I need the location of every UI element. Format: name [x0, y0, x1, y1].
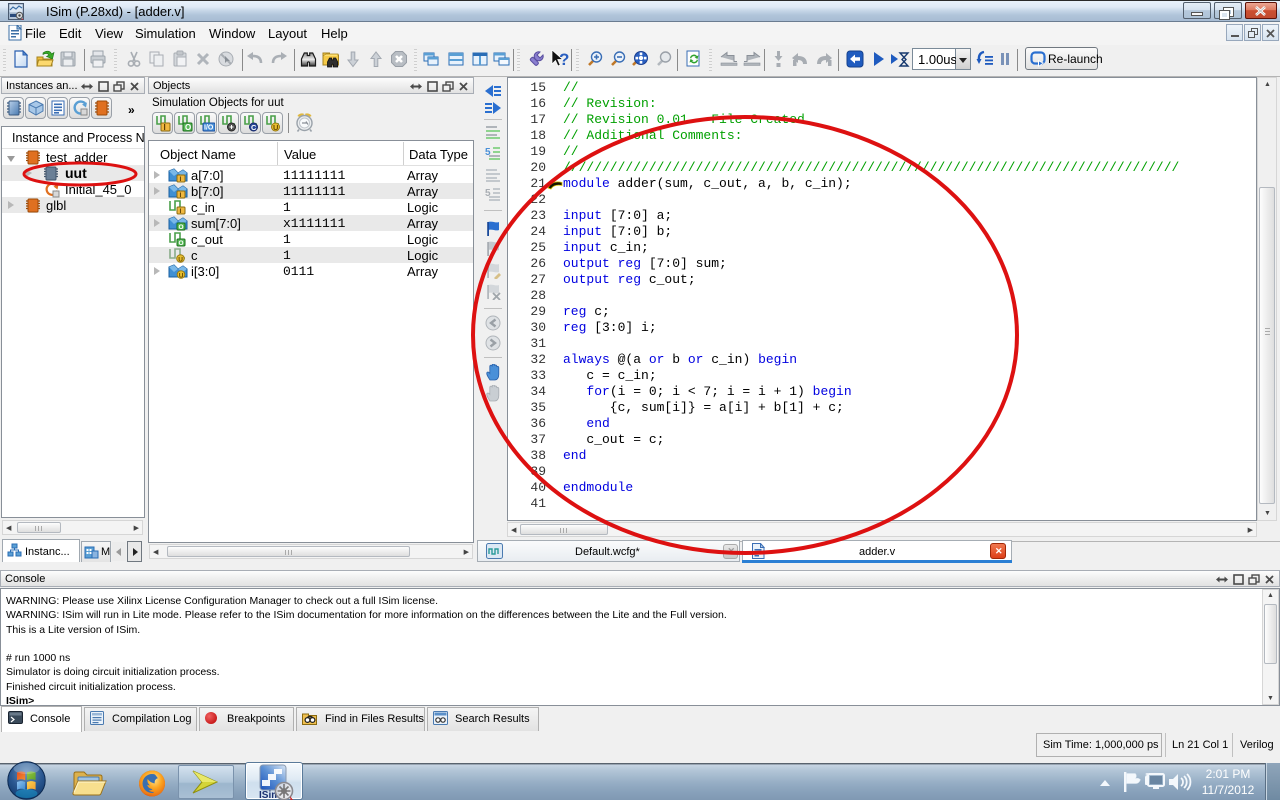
svg-text:C: C	[251, 123, 257, 132]
svg-text:I: I	[180, 176, 182, 183]
svg-text:I/O: I/O	[204, 125, 214, 132]
svg-text:U: U	[273, 123, 278, 132]
svg-text:I: I	[180, 192, 182, 199]
svg-text:O: O	[179, 224, 184, 231]
svg-text:I: I	[180, 208, 182, 215]
svg-text:O: O	[185, 123, 191, 132]
svg-text:O: O	[179, 240, 184, 247]
svg-text:U: U	[178, 257, 183, 264]
svg-text:I: I	[164, 123, 166, 132]
svg-text:U: U	[179, 273, 184, 280]
